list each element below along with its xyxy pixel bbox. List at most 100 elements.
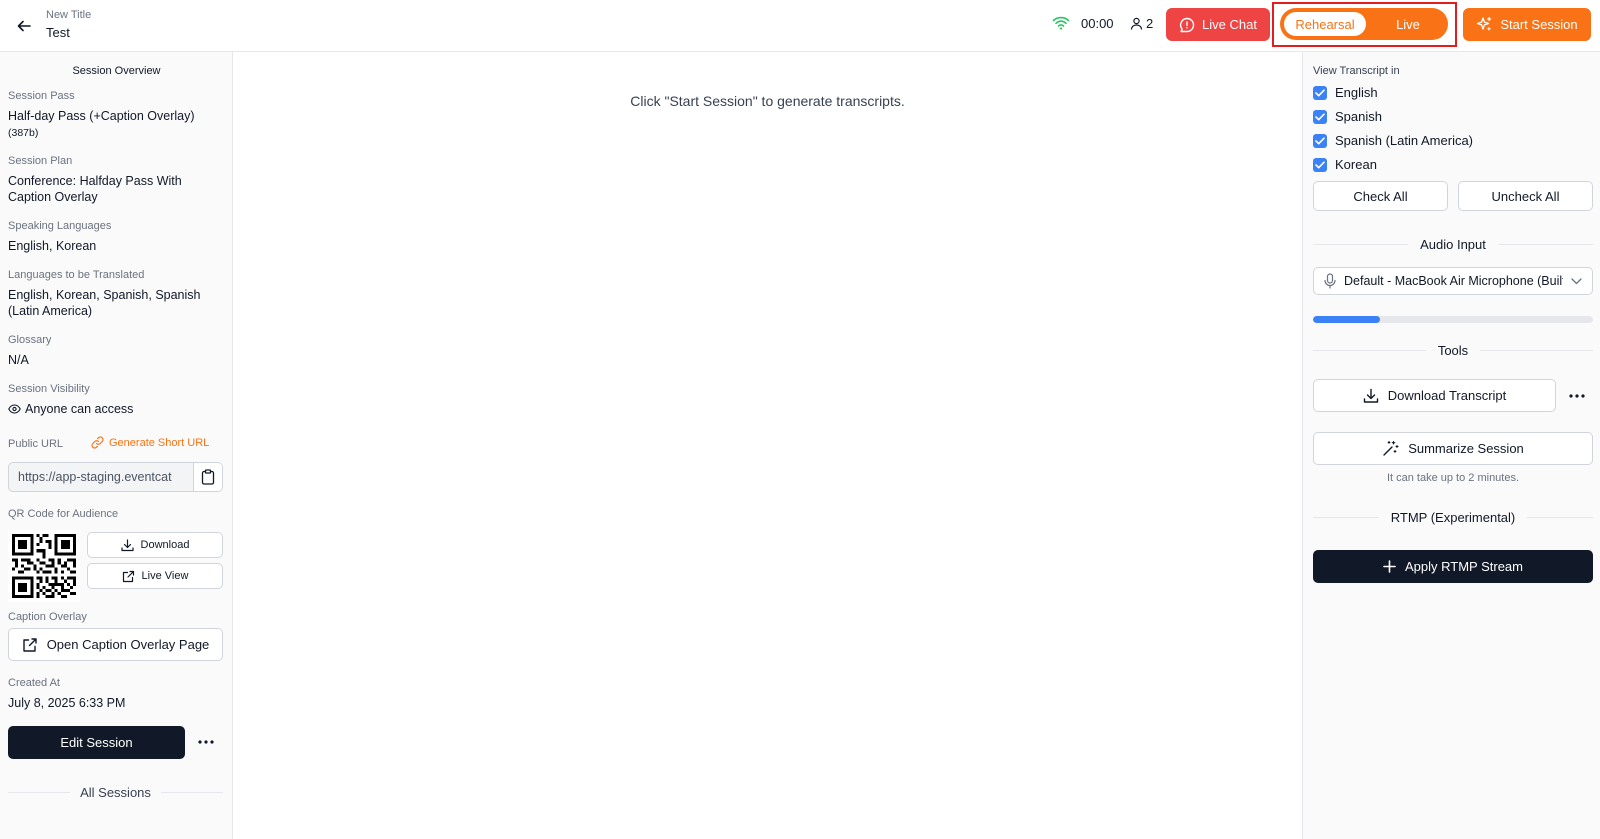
copy-url-button[interactable] [194, 463, 222, 491]
session-timer: 00:00 [1081, 16, 1114, 31]
download-icon [1363, 388, 1378, 403]
open-caption-overlay-button[interactable]: Open Caption Overlay Page [8, 628, 223, 661]
divider-line [8, 792, 71, 793]
check-icon [1315, 136, 1325, 144]
speaking-languages-value: English, Korean [8, 239, 97, 253]
language-label: Korean [1335, 157, 1377, 172]
divider-line [1313, 517, 1379, 518]
live-view-label: Live View [141, 570, 189, 582]
apply-rtmp-stream-button[interactable]: Apply RTMP Stream [1313, 550, 1593, 583]
clipboard-icon [201, 469, 215, 485]
controls-panel: View Transcript in English Spanish Spani… [1302, 52, 1600, 839]
edit-session-button[interactable]: Edit Session [8, 726, 185, 759]
glossary-value: N/A [8, 353, 29, 367]
language-label: Spanish [1335, 109, 1382, 124]
sparkles-icon [1477, 16, 1492, 32]
summarize-note: It can take up to 2 minutes. [1386, 472, 1520, 484]
transcript-area: Click "Start Session" to generate transc… [233, 52, 1302, 839]
audio-level-fill [1313, 316, 1381, 323]
divider-line [1313, 350, 1426, 351]
link-icon [91, 436, 104, 449]
generate-short-url-label: Generate Short URL [109, 436, 210, 449]
open-caption-overlay-label: Open Caption Overlay Page [46, 637, 210, 652]
rtmp-section: RTMP (Experimental) [1313, 510, 1593, 525]
audio-input-title: Audio Input [1420, 237, 1486, 252]
tools-section: Tools [1313, 343, 1594, 358]
public-url-field: https://app-staging.eventcat [8, 462, 223, 492]
visibility-value: Anyone can access [8, 401, 223, 417]
language-checkbox-spanish-latam[interactable]: Spanish (Latin America) [1313, 133, 1473, 148]
session-more-button[interactable] [194, 732, 218, 752]
checkbox[interactable] [1313, 133, 1327, 148]
language-checkbox-korean[interactable]: Korean [1313, 157, 1377, 172]
qr-code-image [12, 534, 76, 598]
all-sessions-label: All Sessions [80, 785, 151, 800]
live-view-button[interactable]: Live View [87, 563, 223, 589]
live-chat-label: Live Chat [1202, 17, 1257, 32]
qr-download-label: Download [140, 539, 190, 551]
mode-rehearsal-option[interactable]: Rehearsal [1284, 12, 1366, 36]
transcript-empty-hint: Click "Start Session" to generate transc… [630, 93, 905, 109]
language-checkbox-spanish[interactable]: Spanish [1313, 109, 1382, 124]
magic-wand-icon [1383, 440, 1399, 456]
audio-input-value: Default - MacBook Air Microphone (Built-… [1344, 274, 1563, 288]
divider-line [1497, 244, 1593, 245]
audience-qr-code [8, 530, 80, 602]
viewer-count-value: 2 [1146, 16, 1154, 31]
session-pass-label: Session Pass [8, 90, 75, 102]
tools-title: Tools [1437, 343, 1469, 358]
plus-icon [1383, 560, 1396, 573]
glossary-label: Glossary [8, 334, 52, 346]
summarize-session-button[interactable]: Summarize Session [1313, 432, 1593, 465]
language-label: English [1335, 85, 1378, 100]
speaking-languages-label: Speaking Languages [8, 220, 112, 232]
created-at-label: Created At [8, 677, 60, 689]
divider-line [160, 792, 223, 793]
qr-download-button[interactable]: Download [87, 532, 223, 558]
audio-level-meter [1313, 316, 1593, 323]
mode-live-option[interactable]: Live [1372, 12, 1444, 36]
download-icon [120, 538, 134, 551]
checkbox[interactable] [1313, 85, 1327, 100]
caption-overlay-label: Caption Overlay [8, 611, 87, 623]
external-link-icon [22, 637, 37, 652]
apply-rtmp-stream-label: Apply RTMP Stream [1404, 559, 1523, 574]
overview-title: Session Overview [72, 65, 161, 77]
back-button[interactable] [12, 14, 36, 38]
audio-input-section: Audio Input [1313, 237, 1593, 252]
user-icon [1130, 17, 1143, 30]
check-icon [1315, 88, 1325, 96]
session-pass-value: Half-day Pass (+Caption Overlay) [8, 109, 195, 123]
checkbox[interactable] [1313, 109, 1327, 124]
check-all-button[interactable]: Check All [1313, 181, 1448, 211]
uncheck-all-button[interactable]: Uncheck All [1458, 181, 1593, 211]
check-icon [1315, 112, 1325, 120]
chat-alert-icon [1180, 17, 1195, 32]
session-plan-label: Session Plan [8, 155, 73, 167]
visibility-text: Anyone can access [25, 402, 134, 416]
language-checkbox-english[interactable]: English [1313, 85, 1378, 100]
divider-line [1313, 244, 1409, 245]
external-link-icon [122, 570, 134, 582]
translated-languages-label: Languages to be Translated [8, 269, 145, 281]
start-session-label: Start Session [1500, 17, 1578, 32]
summarize-session-label: Summarize Session [1408, 441, 1524, 456]
wifi-icon [1052, 16, 1070, 30]
divider-line [1480, 350, 1594, 351]
download-transcript-label: Download Transcript [1387, 388, 1507, 403]
session-title: Test [46, 25, 70, 40]
generate-short-url-link[interactable]: Generate Short URL [91, 436, 209, 449]
start-session-button[interactable]: Start Session [1463, 8, 1591, 41]
mode-toggle[interactable]: Rehearsal Live [1280, 8, 1448, 40]
tools-more-button[interactable] [1565, 386, 1589, 406]
all-sessions-divider: All Sessions [8, 785, 223, 800]
view-transcript-label: View Transcript in [1313, 65, 1400, 77]
audio-input-select[interactable]: Default - MacBook Air Microphone (Built-… [1313, 267, 1593, 295]
qr-code-label: QR Code for Audience [8, 508, 119, 520]
eye-icon [8, 404, 21, 414]
download-transcript-button[interactable]: Download Transcript [1313, 379, 1556, 412]
more-horizontal-icon [198, 740, 214, 744]
public-url-input[interactable]: https://app-staging.eventcat [9, 463, 194, 491]
checkbox[interactable] [1313, 157, 1327, 172]
live-chat-button[interactable]: Live Chat [1166, 8, 1270, 41]
